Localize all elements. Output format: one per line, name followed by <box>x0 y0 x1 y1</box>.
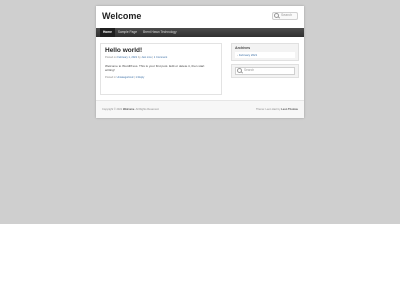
header-search-placeholder: Search <box>281 13 293 18</box>
main-navigation: Home Sample Page Brent Hawn Technology <box>96 28 304 37</box>
post-meta: Posted on February 1, 2021 by Just cms |… <box>105 56 217 60</box>
bullet-icon: › <box>237 53 238 57</box>
copyright-prefix: Copyright © 2021 <box>102 108 123 111</box>
post-category-link[interactable]: Uncategorized <box>117 76 134 79</box>
post-meta-prefix: Posted on <box>105 56 117 59</box>
footer-copyright: Copyright © 2021 Welcome. All Rights Res… <box>102 108 159 111</box>
theme-prefix: Theme: Leon Hart <box>256 108 277 111</box>
post-body: Welcome to WordPress. This is your first… <box>105 63 205 72</box>
search-icon <box>274 13 280 19</box>
sidebar-search-placeholder: Search <box>244 68 255 73</box>
site-title[interactable]: Welcome <box>102 11 141 21</box>
sidebar: Archives ›February 2021 Search <box>231 43 299 81</box>
nav-item-sample-page[interactable]: Sample Page <box>115 28 140 37</box>
post-footer-prefix: Posted in <box>105 75 116 79</box>
archive-item[interactable]: ›February 2021 <box>235 52 295 58</box>
archives-widget: Archives ›February 2021 <box>231 43 299 61</box>
bottom-background <box>0 224 400 300</box>
site-footer: Copyright © 2021 Welcome. All Rights Res… <box>96 100 304 118</box>
footer-theme-credit: Theme: Leon Hart by Leon Thomas <box>256 108 298 111</box>
search-icon <box>237 68 243 74</box>
post-card: Hello world! Posted on February 1, 2021 … <box>100 43 222 95</box>
nav-item-home[interactable]: Home <box>100 28 115 37</box>
footer-rights: . All Rights Reserved. <box>134 108 160 111</box>
post-date-link[interactable]: February 1, 2021 <box>117 56 137 59</box>
post-title[interactable]: Hello world! <box>105 47 217 55</box>
theme-by: by <box>277 108 281 111</box>
nav-item-brent-hawn-technology[interactable]: Brent Hawn Technology <box>140 28 180 37</box>
site-header: Welcome Search <box>96 6 304 28</box>
page-container: Welcome Search Home Sample Page Brent Ha… <box>96 6 304 118</box>
archives-title: Archives <box>235 46 251 50</box>
footer-site-name[interactable]: Welcome <box>123 108 134 111</box>
sidebar-search-input[interactable]: Search <box>235 67 295 75</box>
post-author-link[interactable]: Just cms <box>141 56 151 59</box>
post-footer: Posted in Uncategorized | 1 Reply <box>105 76 217 79</box>
theme-author-link[interactable]: Leon Thomas <box>281 108 298 111</box>
header-search-input[interactable]: Search <box>272 12 298 20</box>
post-comments-link[interactable]: 1 Comment <box>154 56 167 59</box>
archive-item-label: February 2021 <box>238 53 258 57</box>
search-widget: Search <box>231 64 299 78</box>
post-reply-link[interactable]: 1 Reply <box>135 76 144 79</box>
